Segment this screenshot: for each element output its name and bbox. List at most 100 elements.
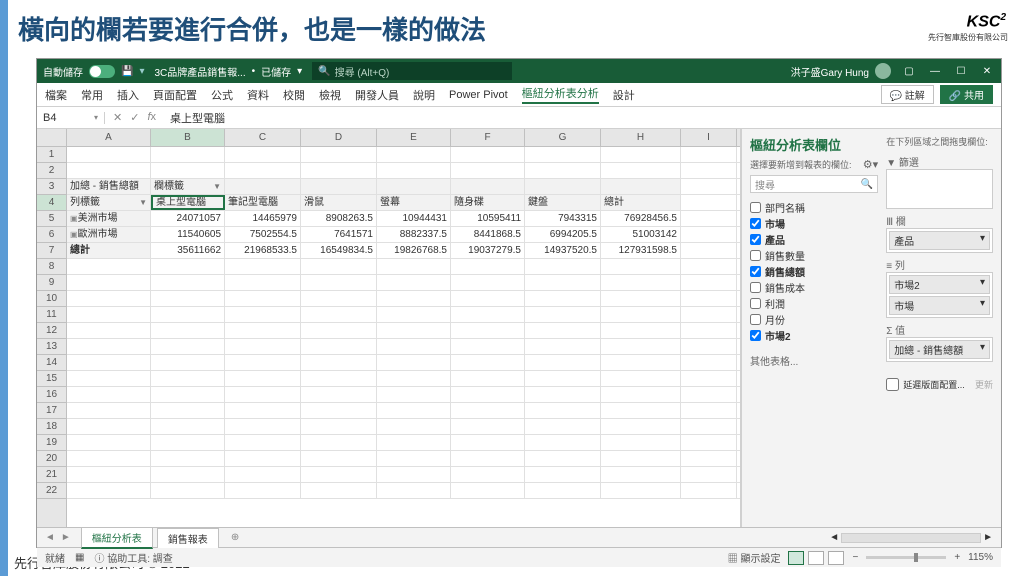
col-header[interactable]: F — [451, 129, 525, 146]
macro-icon[interactable]: ▦ — [75, 552, 84, 563]
h-scrollbar[interactable] — [841, 533, 981, 543]
tab-insert[interactable]: 插入 — [117, 87, 139, 103]
values-drop-area[interactable]: 加總 - 銷售總額▾ — [886, 337, 993, 362]
cell[interactable]: 加總 - 銷售總額 — [67, 179, 151, 194]
search-box[interactable]: 🔍 搜尋 (Alt+Q) — [312, 62, 512, 80]
formula-input[interactable]: 桌上型電腦 — [164, 110, 1001, 126]
filter-drop-area[interactable] — [886, 169, 993, 209]
columns-drop-area[interactable]: 產品▾ — [886, 228, 993, 253]
area-item[interactable]: 市場2▾ — [889, 275, 990, 294]
user-name[interactable]: 洪子盛Gary Hung — [791, 64, 869, 79]
field-item[interactable]: 銷售數量 — [750, 247, 878, 263]
comments-button[interactable]: 💬 註解 — [881, 85, 934, 104]
saved-status: 已儲存 — [261, 64, 291, 79]
tab-pivot-analyze[interactable]: 樞紐分析表分析 — [522, 85, 599, 104]
tab-powerpivot[interactable]: Power Pivot — [449, 89, 508, 101]
tab-review[interactable]: 校閱 — [283, 87, 305, 103]
area-item[interactable]: 市場▾ — [889, 296, 990, 315]
tab-view[interactable]: 檢視 — [319, 87, 341, 103]
select-all-corner[interactable] — [37, 129, 67, 146]
field-search[interactable]: 搜尋🔍 — [750, 175, 878, 193]
rows-area-label: ≡ 列 — [886, 257, 993, 272]
tab-developer[interactable]: 開發人員 — [355, 87, 399, 103]
search-icon: 🔍 — [318, 66, 330, 77]
new-sheet-icon[interactable]: ⊕ — [223, 532, 247, 543]
ribbon-mode-icon[interactable]: ▢ — [901, 66, 917, 77]
tab-data[interactable]: 資料 — [247, 87, 269, 103]
field-item[interactable]: 市場 — [750, 215, 878, 231]
view-normal-icon[interactable] — [788, 551, 804, 565]
scroll-left-icon[interactable]: ◄ — [829, 532, 839, 543]
close-icon[interactable]: ✕ — [979, 66, 995, 77]
display-settings[interactable]: ▦ 顯示設定 — [728, 550, 781, 565]
col-header[interactable]: B — [151, 129, 225, 146]
field-item[interactable]: 部門名稱 — [750, 199, 878, 215]
sheet-nav-prev-icon[interactable]: ◄ — [45, 532, 55, 543]
other-tables-link[interactable]: 其他表格... — [750, 353, 878, 368]
field-item[interactable]: 利潤 — [750, 295, 878, 311]
status-ready: 就緒 — [45, 550, 65, 565]
zoom-in-icon[interactable]: + — [954, 552, 960, 563]
file-name[interactable]: 3C品牌產品銷售報... — [154, 64, 245, 79]
tab-file[interactable]: 檔案 — [45, 87, 67, 103]
view-layout-icon[interactable] — [808, 551, 824, 565]
col-header[interactable]: D — [301, 129, 377, 146]
filter-dropdown-icon[interactable]: ▼ — [139, 195, 147, 210]
defer-checkbox[interactable] — [886, 378, 899, 391]
name-box[interactable]: B4▾ — [37, 112, 105, 124]
maximize-icon[interactable]: ☐ — [953, 66, 969, 77]
field-item[interactable]: 月份 — [750, 311, 878, 327]
zoom-out-icon[interactable]: − — [852, 552, 858, 563]
sheet-nav-next-icon[interactable]: ► — [61, 532, 71, 543]
field-item[interactable]: 市場2 — [750, 327, 878, 343]
zoom-level[interactable]: 115% — [968, 552, 993, 563]
ribbon-tabs: 檔案 常用 插入 頁面配置 公式 資料 校閱 檢視 開發人員 說明 Power … — [37, 83, 1001, 107]
minimize-icon[interactable]: — — [927, 66, 943, 77]
worksheet-grid[interactable]: A B C D E F G H I 12 34 56 78 910 1112 1… — [37, 129, 741, 527]
scroll-right-icon[interactable]: ► — [983, 532, 993, 543]
col-header[interactable]: H — [601, 129, 681, 146]
col-header[interactable]: G — [525, 129, 601, 146]
area-item[interactable]: 產品▾ — [889, 231, 990, 250]
field-item[interactable]: 銷售總額 — [750, 263, 878, 279]
fx-icon[interactable]: fx — [147, 111, 156, 124]
sheet-tabs: ◄ ► 樞紐分析表 銷售報表 ⊕ ◄ ► — [37, 527, 1001, 547]
tab-home[interactable]: 常用 — [81, 87, 103, 103]
drag-hint: 在下列區域之間拖曳欄位: — [886, 135, 993, 148]
avatar[interactable] — [875, 63, 891, 79]
tab-layout[interactable]: 頁面配置 — [153, 87, 197, 103]
zoom-slider[interactable] — [866, 556, 946, 559]
pane-title: 樞紐分析表欄位 — [750, 135, 878, 154]
accessibility-status[interactable]: ⓘ 協助工具: 調查 — [94, 550, 172, 565]
formula-bar: B4▾ ✕ ✓ fx 桌上型電腦 — [37, 107, 1001, 129]
field-item[interactable]: 產品 — [750, 231, 878, 247]
field-item[interactable]: 銷售成本 — [750, 279, 878, 295]
cells[interactable]: 加總 - 銷售總額 欄標籤▼ 列標籤▼ 桌上型電腦 筆記型電腦 滑鼠 螢幕 隨身… — [67, 147, 740, 527]
view-pagebreak-icon[interactable] — [828, 551, 844, 565]
col-header[interactable]: E — [377, 129, 451, 146]
filter-dropdown-icon[interactable]: ▼ — [213, 179, 221, 194]
titlebar: 自動儲存 💾 ▾ 3C品牌產品銷售報... • 已儲存 ▾ 🔍 搜尋 (Alt+… — [37, 59, 1001, 83]
active-cell[interactable]: 桌上型電腦 — [151, 195, 225, 210]
col-header[interactable]: A — [67, 129, 151, 146]
sheet-tab[interactable]: 銷售報表 — [157, 528, 219, 548]
col-header[interactable]: C — [225, 129, 301, 146]
autosave-toggle[interactable] — [89, 65, 115, 78]
tab-design[interactable]: 設計 — [613, 87, 635, 103]
gear-icon[interactable]: ⚙▾ — [863, 158, 878, 171]
col-header[interactable]: I — [681, 129, 737, 146]
slide-title: 橫向的欄若要進行合併，也是一樣的做法 — [0, 0, 1024, 51]
cell[interactable]: 欄標籤▼ — [151, 179, 225, 194]
enter-icon[interactable]: ✓ — [130, 111, 139, 124]
rows-drop-area[interactable]: 市場2▾ 市場▾ — [886, 272, 993, 318]
update-button[interactable]: 更新 — [975, 378, 993, 391]
tab-formulas[interactable]: 公式 — [211, 87, 233, 103]
tab-help[interactable]: 說明 — [413, 87, 435, 103]
area-item[interactable]: 加總 - 銷售總額▾ — [889, 340, 990, 359]
excel-window: 自動儲存 💾 ▾ 3C品牌產品銷售報... • 已儲存 ▾ 🔍 搜尋 (Alt+… — [36, 58, 1002, 548]
sheet-tab[interactable]: 樞紐分析表 — [81, 527, 153, 549]
cell[interactable]: 列標籤▼ — [67, 195, 151, 210]
save-icon[interactable]: 💾 — [121, 66, 133, 77]
share-button[interactable]: 🔗 共用 — [940, 85, 993, 104]
cancel-icon[interactable]: ✕ — [113, 111, 122, 124]
